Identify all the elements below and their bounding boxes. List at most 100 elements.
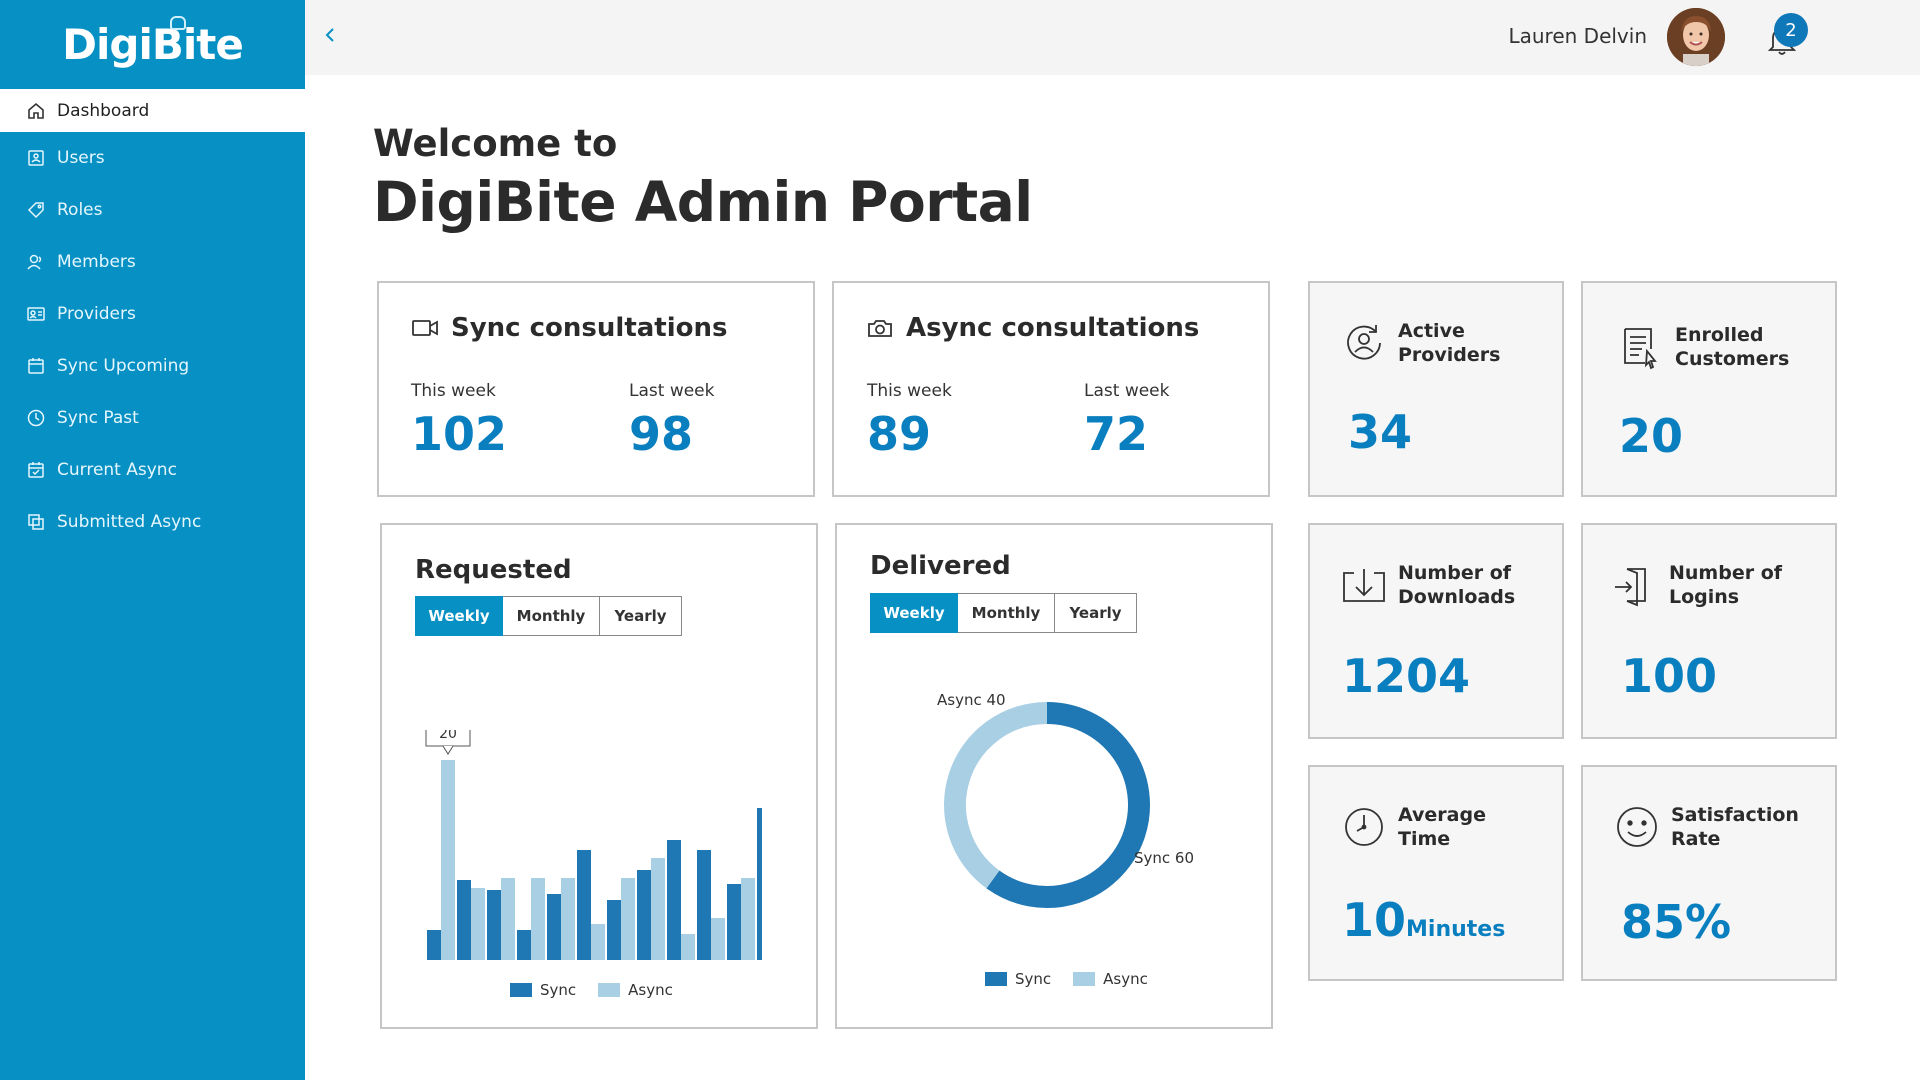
sidebar-item-members[interactable]: Members — [0, 236, 305, 288]
calendar-check-icon — [26, 460, 46, 480]
logo-text: DigiBite — [62, 20, 244, 69]
legend-item-sync: Sync — [510, 981, 576, 999]
delivered-period-tabs: Weekly Monthly Yearly — [870, 593, 1137, 633]
slice-async[interactable] — [944, 702, 1048, 889]
tooltip-label: 20 — [439, 730, 457, 742]
download-icon — [1343, 569, 1385, 602]
chart-legend: Sync Async — [985, 970, 1170, 988]
stat-header: Number of Downloads — [1340, 561, 1515, 609]
bar-async-10[interactable] — [711, 918, 725, 960]
stat-label-line1: Number of — [1398, 562, 1512, 584]
bar-async-4[interactable] — [531, 878, 545, 960]
stat-label-line1: Number of — [1669, 562, 1783, 584]
bar-sync-8[interactable] — [637, 870, 651, 960]
collapse-sidebar-button[interactable] — [317, 22, 343, 48]
downloads-card: Number of Downloads 1204 — [1308, 523, 1564, 739]
bar-async-6[interactable] — [591, 924, 605, 960]
tab-weekly[interactable]: Weekly — [415, 596, 503, 636]
user-name[interactable]: Lauren Delvin — [1508, 24, 1647, 48]
async-consultations-card: Async consultations This week 89 Last we… — [832, 281, 1270, 497]
sidebar-item-current-async[interactable]: Current Async — [0, 444, 305, 496]
camera-icon — [868, 320, 892, 337]
bar-sync-10[interactable] — [697, 850, 711, 960]
tab-weekly[interactable]: Weekly — [870, 593, 958, 633]
members-icon — [26, 252, 46, 272]
bar-sync-1[interactable] — [427, 930, 441, 960]
tab-yearly[interactable]: Yearly — [1055, 593, 1137, 633]
bar-async-11[interactable] — [741, 878, 755, 960]
stat-label-line1: Satisfaction — [1671, 804, 1799, 826]
legend-item-sync: Sync — [985, 970, 1051, 988]
bar-async-8[interactable] — [651, 858, 665, 960]
card-title: Sync consultations — [411, 313, 728, 343]
user-refresh-icon — [1347, 325, 1381, 360]
stat-header: Enrolled Customers — [1617, 323, 1789, 371]
stat-label-line1: Average — [1398, 804, 1486, 826]
tab-yearly[interactable]: Yearly — [600, 596, 682, 636]
avatar[interactable] — [1667, 8, 1725, 66]
requested-card: Requested Weekly Monthly Yearly 20 Sync … — [380, 523, 818, 1029]
this-week-value: 102 — [411, 407, 508, 461]
sidebar: DigiBite Dashboard Users Roles Members P… — [0, 0, 305, 1080]
bar-async-7[interactable] — [621, 878, 635, 960]
sidebar-item-roles[interactable]: Roles — [0, 184, 305, 236]
stat-value: 85% — [1621, 895, 1732, 949]
bar-sync-9[interactable] — [667, 840, 681, 960]
stat-header: Active Providers — [1340, 319, 1500, 367]
sidebar-item-sync-upcoming[interactable]: Sync Upcoming — [0, 340, 305, 392]
average-time-card: Average Time 10Minutes — [1308, 765, 1564, 981]
stat-label-line2: Logins — [1669, 586, 1740, 608]
stat-value: 100 — [1621, 649, 1718, 703]
sidebar-item-providers[interactable]: Providers — [0, 288, 305, 340]
tab-monthly[interactable]: Monthly — [958, 593, 1055, 633]
stat-value: 20 — [1619, 409, 1684, 463]
stat-header: Number of Logins — [1611, 561, 1782, 609]
bar-sync-12[interactable] — [757, 808, 762, 960]
sidebar-item-submitted-async[interactable]: Submitted Async — [0, 496, 305, 548]
sidebar-item-sync-past[interactable]: Sync Past — [0, 392, 305, 444]
stat-label-line2: Rate — [1671, 828, 1721, 850]
bar-sync-5[interactable] — [547, 894, 561, 960]
requested-bar-chart: 20 — [425, 730, 762, 960]
bar-async-9[interactable] — [681, 934, 695, 960]
stat-header: Satisfaction Rate — [1613, 803, 1799, 851]
sidebar-item-dashboard[interactable]: Dashboard — [0, 89, 305, 132]
bar-async-2[interactable] — [471, 888, 485, 960]
legend-swatch — [510, 983, 532, 997]
stat-label-line2: Time — [1398, 828, 1451, 850]
login-door-icon — [1615, 568, 1646, 607]
bar-sync-7[interactable] — [607, 900, 621, 960]
bar-sync-2[interactable] — [457, 880, 471, 960]
document-cursor-icon — [1624, 328, 1657, 370]
topbar: Lauren Delvin 2 — [305, 0, 1920, 75]
bar-async-3[interactable] — [501, 878, 515, 960]
enrolled-customers-card: Enrolled Customers 20 — [1581, 281, 1837, 497]
sidebar-item-users[interactable]: Users — [0, 132, 305, 184]
sidebar-item-label: Dashboard — [57, 100, 150, 121]
tooth-icon — [170, 16, 186, 30]
sidebar-item-label: Users — [57, 148, 105, 168]
logo: DigiBite — [0, 0, 305, 89]
stat-label-line1: Active — [1398, 320, 1465, 342]
legend-swatch — [1073, 972, 1096, 986]
logins-card: Number of Logins 100 — [1581, 523, 1837, 739]
legend-item-async: Async — [1073, 970, 1148, 988]
clock-icon — [1345, 808, 1383, 846]
legend-label: Sync — [1015, 970, 1052, 988]
tab-monthly[interactable]: Monthly — [503, 596, 600, 636]
slice-label-async: Async 40 — [937, 691, 1006, 709]
bar-sync-4[interactable] — [517, 930, 531, 960]
bar-async-5[interactable] — [561, 878, 575, 960]
chart-legend: Sync Async — [510, 981, 695, 999]
bar-async-1[interactable] — [441, 760, 455, 960]
stat-value-group: 10Minutes — [1342, 893, 1505, 947]
legend-label: Async — [628, 981, 673, 999]
last-week-label: Last week — [629, 381, 715, 401]
bar-sync-11[interactable] — [727, 884, 741, 960]
bar-sync-6[interactable] — [577, 850, 591, 960]
slice-sync[interactable] — [986, 702, 1150, 908]
last-week-value: 72 — [1084, 407, 1149, 461]
bar-tooltip: 20 — [425, 730, 471, 755]
delivered-card: Delivered Weekly Monthly Yearly Async 40… — [835, 523, 1273, 1029]
bar-sync-3[interactable] — [487, 890, 501, 960]
